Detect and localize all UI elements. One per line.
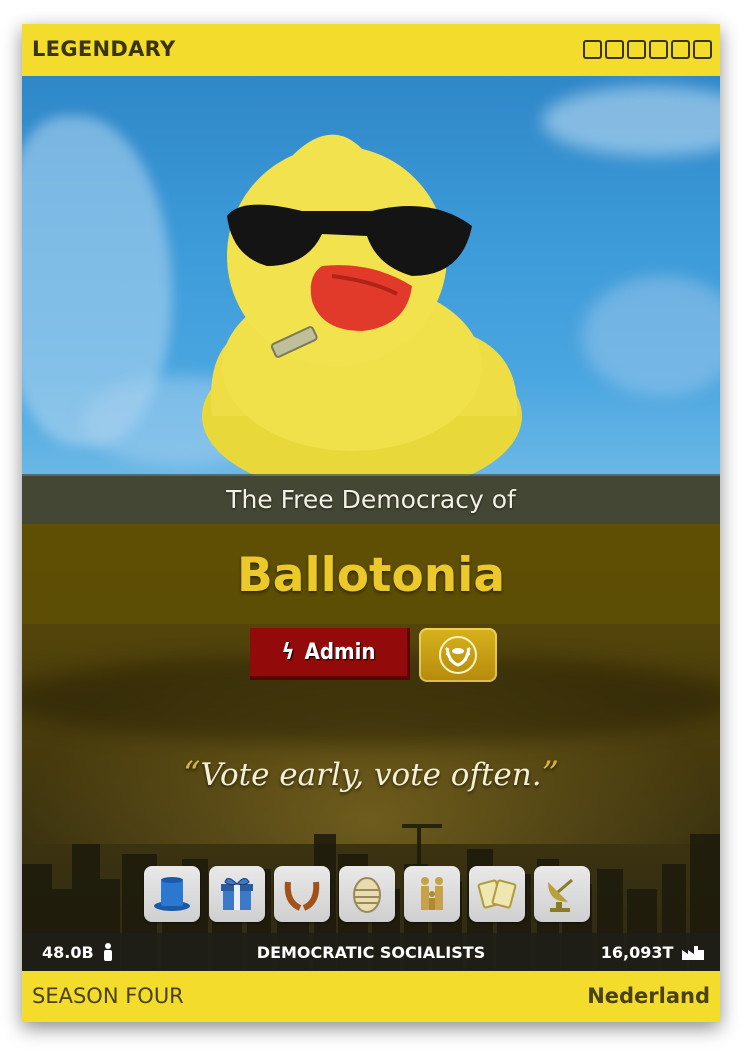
season-label: SEASON FOUR bbox=[32, 984, 184, 1008]
admin-badge[interactable]: ϟ Admin bbox=[250, 628, 410, 680]
collection-slot bbox=[605, 40, 624, 59]
cards-icon bbox=[477, 879, 517, 909]
stats-bar: 48.0B DEMOCRATIC SOCIALISTS 16,093T bbox=[22, 933, 720, 971]
collection-slot bbox=[671, 40, 690, 59]
industry-value: 16,093T bbox=[600, 943, 674, 962]
region-link[interactable]: Nederland bbox=[587, 984, 710, 1008]
motto-text: Vote early, vote often. bbox=[200, 757, 542, 793]
factory-icon bbox=[682, 946, 704, 960]
family-icon bbox=[421, 877, 443, 910]
lightning-bolt-icon: ϟ bbox=[281, 639, 295, 665]
laurel-badge[interactable] bbox=[419, 628, 497, 682]
laurel-wreath-icon bbox=[284, 881, 320, 911]
industry-stat: 16,093T bbox=[601, 943, 704, 962]
card-top-bar: LEGENDARY bbox=[22, 24, 720, 76]
nation-motto: “Vote early, vote often.” bbox=[183, 754, 559, 794]
easter-egg-icon bbox=[353, 877, 381, 913]
badge-top-hat[interactable] bbox=[144, 866, 200, 922]
admin-badge-label: Admin bbox=[304, 639, 376, 665]
collection-slot bbox=[583, 40, 602, 59]
collection-slot bbox=[693, 40, 712, 59]
gift-icon bbox=[221, 878, 253, 910]
nation-name: Ballotonia bbox=[236, 548, 506, 603]
collection-slot bbox=[649, 40, 668, 59]
trading-card[interactable]: LEGENDARY The Free Democracy of Balloton… bbox=[22, 24, 720, 1022]
badge-cards[interactable] bbox=[469, 866, 525, 922]
badge-row bbox=[144, 866, 590, 922]
collection-slot bbox=[627, 40, 646, 59]
rarity-label: LEGENDARY bbox=[32, 37, 176, 61]
collection-slots bbox=[583, 40, 712, 59]
badge-laurel[interactable] bbox=[274, 866, 330, 922]
badge-gift[interactable] bbox=[209, 866, 265, 922]
badge-easter-egg[interactable] bbox=[339, 866, 395, 922]
nation-flag[interactable] bbox=[22, 76, 720, 476]
rubber-duck-image bbox=[202, 134, 522, 476]
card-bottom-bar: SEASON FOUR Nederland bbox=[22, 971, 720, 1022]
badge-satellite[interactable] bbox=[534, 866, 590, 922]
satellite-dish-icon bbox=[548, 878, 573, 912]
top-hat-icon bbox=[154, 877, 190, 911]
badge-family[interactable] bbox=[404, 866, 460, 922]
nation-pretitle: The Free Democracy of bbox=[226, 485, 516, 514]
laurel-icon bbox=[439, 636, 477, 674]
